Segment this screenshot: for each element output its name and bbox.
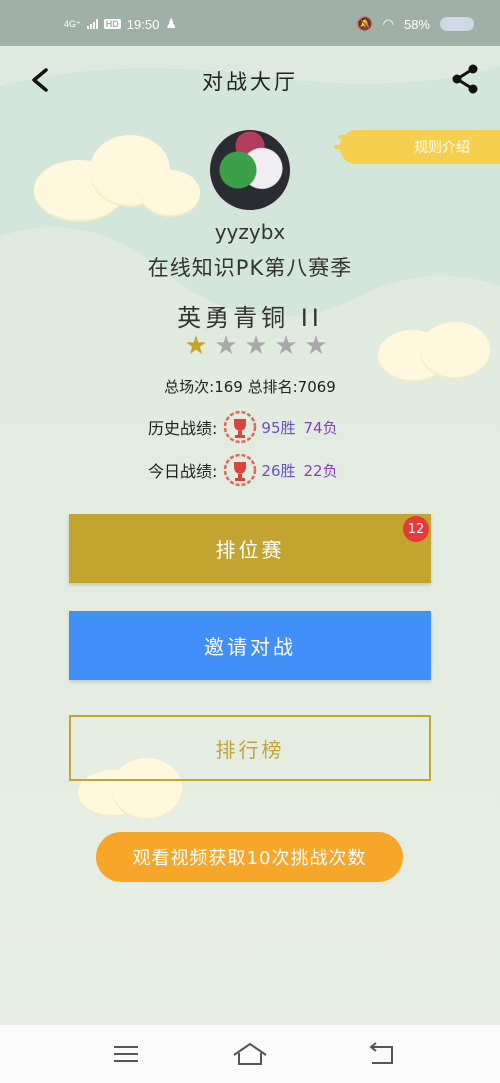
back-nav-icon[interactable]: [362, 1039, 402, 1069]
watch-video-button[interactable]: 观看视频获取10次挑战次数: [96, 832, 403, 882]
status-right: 🔕 ◠ 58%: [356, 16, 474, 32]
trophy-icon: [224, 410, 257, 444]
invite-battle-label: 邀请对战: [204, 635, 296, 659]
status-left: 4G⁺ HD 19:50 ♟: [64, 16, 177, 32]
star-filled-icon: ★: [184, 331, 208, 361]
today-record: 今日战绩: 26胜 22负: [148, 453, 338, 487]
trophy-icon: [224, 453, 257, 487]
leaderboard-button[interactable]: 排行榜: [69, 715, 431, 781]
menu-icon[interactable]: [106, 1039, 146, 1069]
qq-icon: ♟: [165, 16, 177, 31]
share-icon[interactable]: [448, 62, 482, 96]
history-label: 历史战绩:: [148, 419, 218, 438]
signal-icon: [86, 19, 98, 29]
rank-stars: ★ ★ ★ ★ ★: [182, 332, 330, 360]
ranked-match-label: 排位赛: [215, 538, 285, 562]
leaderboard-label: 排行榜: [215, 737, 285, 762]
page-title: 对战大厅: [202, 70, 298, 94]
system-nav-bar: [0, 1025, 500, 1083]
ranked-match-button[interactable]: 排位赛 12: [69, 514, 431, 583]
star-empty-icon: ★: [274, 331, 298, 361]
history-losses: 74负: [303, 418, 338, 437]
avatar[interactable]: [208, 128, 292, 212]
battery-level: 58%: [403, 16, 430, 32]
status-bar: 4G⁺ HD 19:50 ♟ 🔕 ◠ 58%: [0, 0, 500, 46]
history-wins: 95胜: [261, 418, 296, 437]
mute-icon: 🔕: [356, 16, 373, 31]
stats-summary: 总场次:169 总排名:7069: [164, 378, 336, 396]
home-icon[interactable]: [230, 1039, 270, 1069]
battery-cloud-icon: [440, 17, 474, 31]
header: 对战大厅: [0, 46, 500, 114]
cloud-decoration: [140, 170, 200, 215]
today-label: 今日战绩:: [148, 462, 218, 481]
username: yyzybx: [214, 220, 286, 244]
star-empty-icon: ★: [244, 331, 268, 361]
invite-battle-button[interactable]: 邀请对战: [69, 611, 431, 680]
rank-title: 英勇青铜 II: [177, 304, 323, 332]
season-title: 在线知识PK第八赛季: [147, 256, 353, 280]
today-losses: 22负: [303, 461, 338, 480]
network-indicator: 4G⁺: [64, 18, 81, 29]
history-record: 历史战绩: 95胜 74负: [148, 410, 338, 444]
rules-button-label: 规则介绍: [414, 140, 470, 156]
today-wins: 26胜: [261, 461, 296, 480]
rules-button[interactable]: 规则介绍: [340, 130, 500, 164]
star-empty-icon: ★: [304, 331, 328, 361]
ranked-count-badge: 12: [403, 516, 429, 542]
wifi-icon: ◠: [382, 16, 394, 31]
status-time: 19:50: [126, 16, 160, 32]
watch-video-label: 观看视频获取10次挑战次数: [132, 848, 367, 869]
hd-icon: HD: [103, 19, 121, 29]
star-empty-icon: ★: [214, 331, 238, 361]
